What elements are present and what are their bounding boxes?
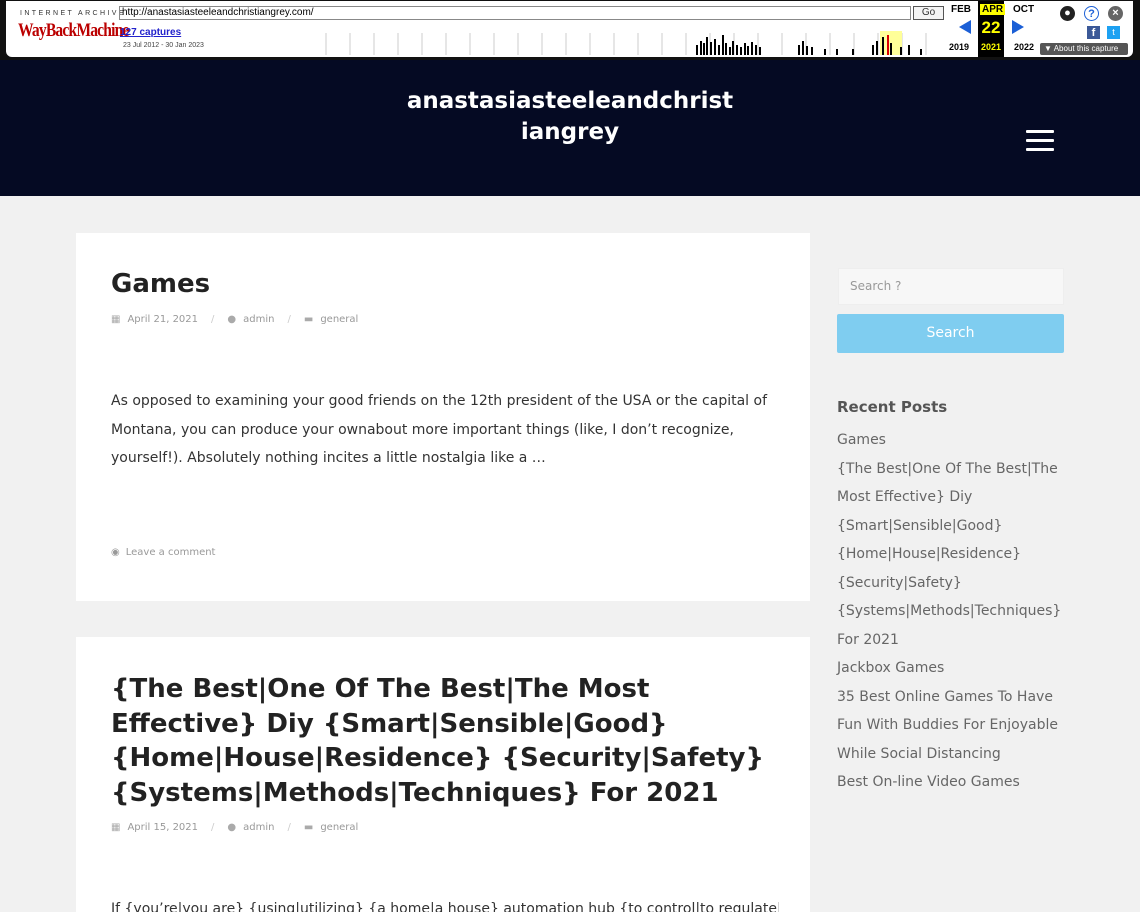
comment-icon: ◉ xyxy=(111,547,120,558)
post-category[interactable]: general xyxy=(320,314,358,325)
meta-separator: / xyxy=(287,314,291,325)
meta-separator: / xyxy=(287,822,291,833)
wayback-go-button[interactable]: Go xyxy=(913,6,944,20)
recent-posts-list: Games {The Best|One Of The Best|The Most… xyxy=(837,426,1067,797)
user-icon[interactable]: ● xyxy=(1060,6,1075,21)
recent-posts-heading: Recent Posts xyxy=(837,398,948,416)
wayback-date-range: 23 Jul 2012 - 30 Jan 2023 xyxy=(123,42,204,49)
post-meta: ▦ April 15, 2021 / ● admin / ▬ general xyxy=(111,822,358,833)
wayback-month-prev[interactable]: FEB xyxy=(951,4,971,15)
wayback-month-current: APR xyxy=(980,4,1006,15)
wayback-logo-top: INTERNET ARCHIVE xyxy=(20,10,126,17)
post-title[interactable]: {The Best|One Of The Best|The Most Effec… xyxy=(111,672,791,810)
wayback-year-next[interactable]: 2022 xyxy=(1014,42,1034,52)
wayback-url-input[interactable]: http://anastasiasteeleandchristiangrey.c… xyxy=(119,6,911,20)
wayback-logo[interactable]: WayBackMachine xyxy=(18,20,129,42)
post-excerpt: As opposed to examining your good friend… xyxy=(111,393,768,466)
post-category[interactable]: general xyxy=(320,822,358,833)
search-input[interactable]: Search ? xyxy=(838,268,1064,305)
wayback-year-prev[interactable]: 2019 xyxy=(949,42,969,52)
wayback-panel: INTERNET ARCHIVE WayBackMachine http://a… xyxy=(6,1,1133,57)
folder-icon: ▬ xyxy=(303,822,314,833)
site-title[interactable]: anastasiasteeleandchristiangrey xyxy=(405,86,735,148)
recent-post-link[interactable]: Games xyxy=(837,426,1067,455)
calendar-icon: ▦ xyxy=(111,822,121,833)
recent-post-link[interactable]: 35 Best Online Games To Have Fun With Bu… xyxy=(837,683,1067,769)
post-author[interactable]: admin xyxy=(243,822,274,833)
wayback-current-day: 22 xyxy=(978,17,1004,39)
post-date[interactable]: April 21, 2021 xyxy=(127,314,198,325)
twitter-icon[interactable]: t xyxy=(1107,26,1120,39)
wayback-captures-link[interactable]: 127 captures xyxy=(120,27,181,38)
comment-link[interactable]: ◉ Leave a comment xyxy=(111,547,215,558)
post-author[interactable]: admin xyxy=(243,314,274,325)
site-header: anastasiasteeleandchristiangrey xyxy=(0,60,1140,196)
recent-post-link[interactable]: Jackbox Games xyxy=(837,654,1067,683)
facebook-icon[interactable]: f xyxy=(1087,26,1100,39)
comment-link-label: Leave a comment xyxy=(125,547,216,558)
user-icon: ● xyxy=(227,822,237,833)
search-button[interactable]: Search xyxy=(837,314,1064,353)
post-title[interactable]: Games xyxy=(111,269,210,299)
user-icon: ● xyxy=(227,314,237,325)
post-card: Games ▦ April 21, 2021 / ● admin / ▬ gen… xyxy=(76,233,810,601)
post-card: {The Best|One Of The Best|The Most Effec… xyxy=(76,637,810,912)
meta-separator: / xyxy=(211,314,215,325)
wayback-toolbar: INTERNET ARCHIVE WayBackMachine http://a… xyxy=(0,0,1140,60)
calendar-icon: ▦ xyxy=(111,314,121,325)
about-capture-label: About this capture xyxy=(1053,44,1119,53)
recent-post-link[interactable]: {The Best|One Of The Best|The Most Effec… xyxy=(837,455,1067,655)
close-icon[interactable]: × xyxy=(1108,6,1123,21)
wayback-sparkline[interactable] xyxy=(316,27,936,55)
wayback-month-next[interactable]: OCT xyxy=(1013,4,1034,15)
menu-icon[interactable] xyxy=(1026,130,1054,152)
wayback-year-current: 2021 xyxy=(981,42,1002,52)
folder-icon: ▬ xyxy=(303,314,314,325)
post-meta: ▦ April 21, 2021 / ● admin / ▬ general xyxy=(111,314,358,325)
meta-separator: / xyxy=(211,822,215,833)
post-date[interactable]: April 15, 2021 xyxy=(127,822,198,833)
post-excerpt: If {you’re|you are} {using|utilizing} {a… xyxy=(111,901,779,912)
help-icon[interactable]: ? xyxy=(1084,6,1099,21)
about-capture-button[interactable]: ▼ About this capture xyxy=(1040,43,1128,55)
recent-post-link[interactable]: Best On-line Video Games xyxy=(837,768,1067,797)
wayback-prev-arrow-icon[interactable] xyxy=(959,20,971,34)
wayback-next-arrow-icon[interactable] xyxy=(1012,20,1024,34)
